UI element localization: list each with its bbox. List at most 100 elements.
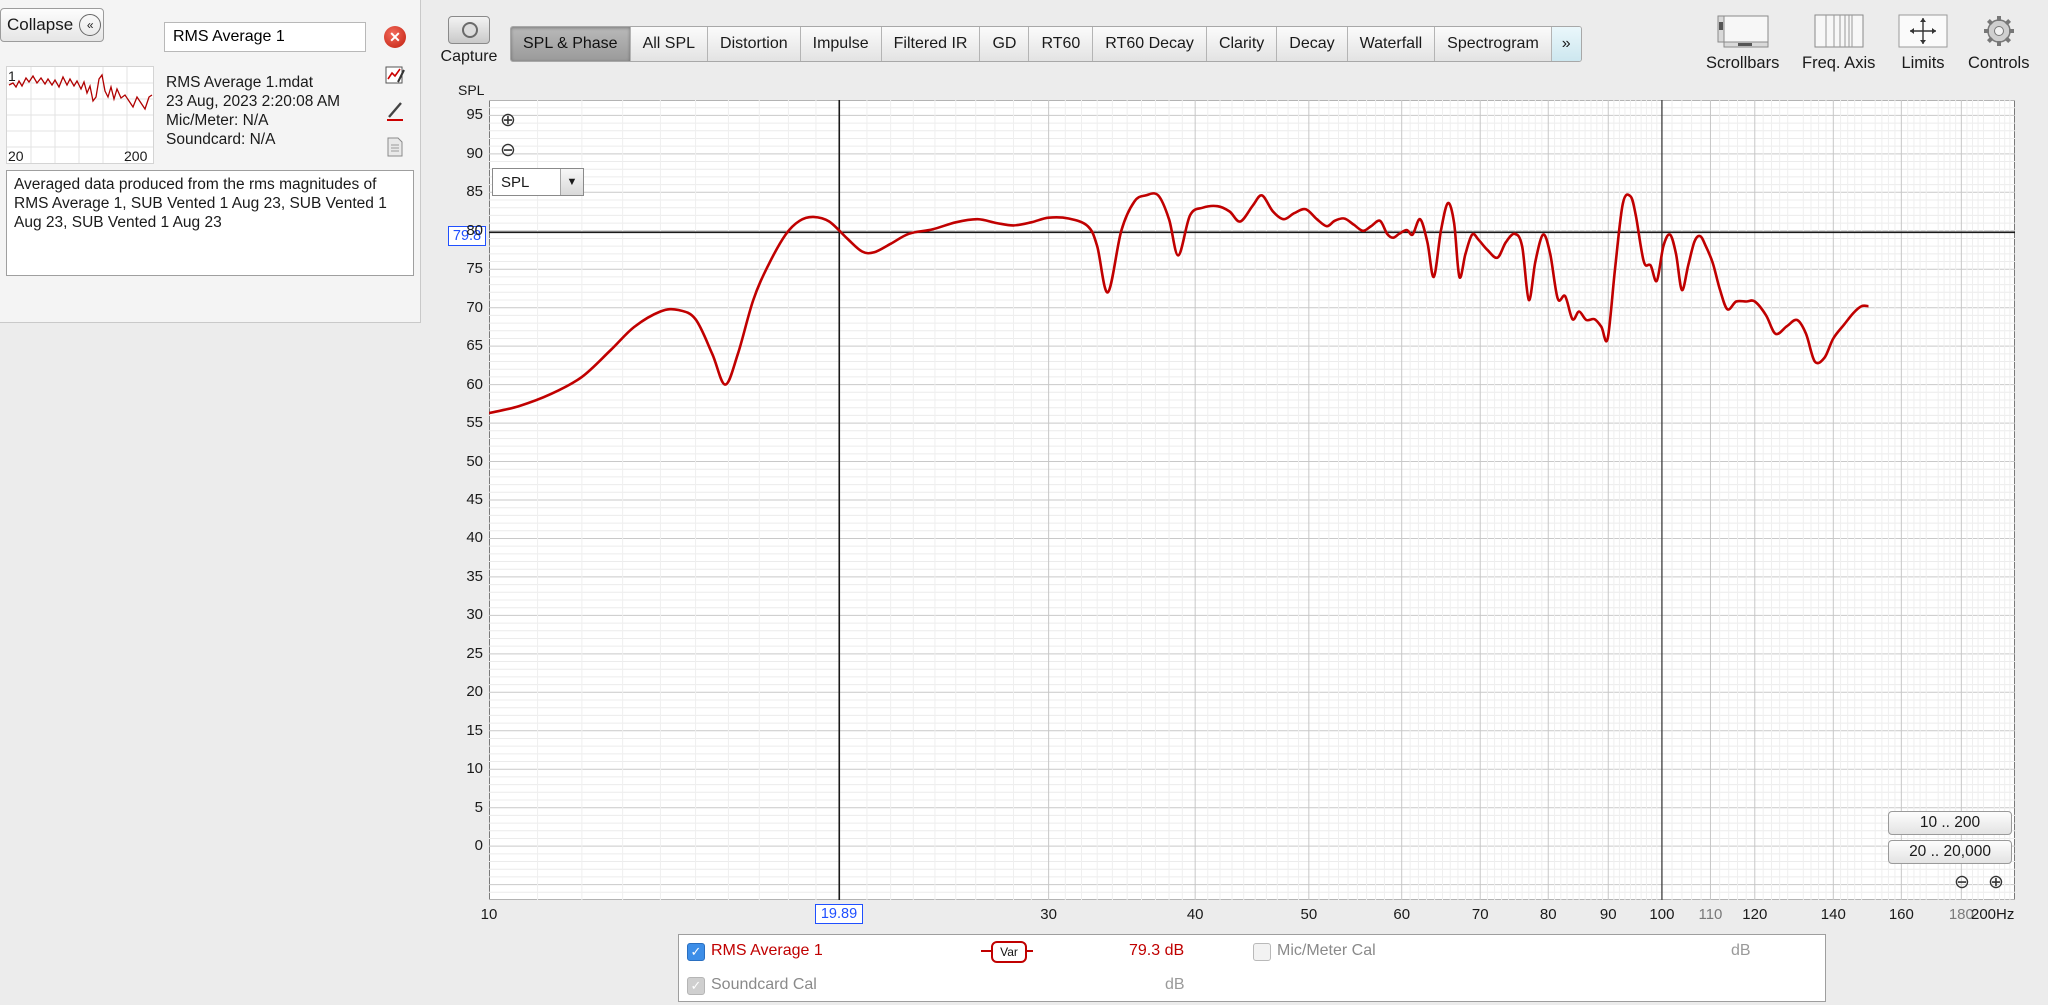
zoom-out-icon[interactable]: ⊖ <box>498 140 518 160</box>
tab-impulse[interactable]: Impulse <box>800 27 882 61</box>
y-axis-unit-label: SPL <box>458 82 485 98</box>
scrollbars-button[interactable]: Scrollbars <box>1706 14 1779 73</box>
measurement-name-input[interactable] <box>164 22 366 52</box>
tab-clarity[interactable]: Clarity <box>1206 27 1278 61</box>
y-tick-label: 15 <box>466 721 483 739</box>
x-tick-label: 160 <box>1888 906 1914 923</box>
measurement-date: 23 Aug, 2023 2:20:08 AM <box>166 93 341 110</box>
spl-graph[interactable] <box>489 100 2015 900</box>
y-tick-label: 20 <box>466 683 483 701</box>
x-tick-label: 200Hz <box>1971 906 2015 923</box>
graph-tabs: SPL & Phase All SPL Distortion Impulse Filte… <box>510 26 1582 62</box>
rms-average-checkbox[interactable]: ✓ <box>687 943 705 961</box>
soundcard-cal-label: Soundcard Cal <box>711 976 817 993</box>
y-tick-label: 40 <box>466 529 483 547</box>
y-tick-label: 10 <box>466 760 483 778</box>
range-10-200-button[interactable]: 10 .. 200 <box>1888 811 2012 835</box>
mic-meter-cal-unit: dB <box>1731 942 1751 959</box>
y-tick-label: 80 <box>466 221 483 239</box>
x-tick-label: 30 <box>1040 906 1057 923</box>
capture-button[interactable]: Capture <box>438 16 500 72</box>
x-tick-label: 90 <box>1599 906 1617 923</box>
controls-label: Controls <box>1968 54 2030 72</box>
collapse-label: Collapse <box>7 15 74 34</box>
y-tick-label: 70 <box>466 298 483 316</box>
measurement-file: RMS Average 1.mdat <box>166 74 314 91</box>
legend-value: 79.3 dB <box>1129 942 1185 959</box>
pen-icon[interactable] <box>384 100 406 122</box>
limits-button[interactable]: Limits <box>1898 14 1948 73</box>
mic-meter-cal-checkbox[interactable] <box>1253 943 1271 961</box>
y-tick-label: 50 <box>466 452 483 470</box>
range-20-20000-button[interactable]: 20 .. 20,000 <box>1888 840 2012 864</box>
y-tick-label: 5 <box>474 798 483 816</box>
y-tick-label: 85 <box>466 183 483 201</box>
document-icon[interactable] <box>384 136 406 158</box>
tab-gd[interactable]: GD <box>980 27 1030 61</box>
y-tick-label: 30 <box>466 606 483 624</box>
chevron-down-icon: ▼ <box>560 169 583 195</box>
y-tick-label: 0 <box>474 837 483 855</box>
thumbnail-index: 1 <box>8 68 16 84</box>
measurement-notes[interactable]: Averaged data produced from the rms magn… <box>6 170 414 276</box>
tab-filtered-ir[interactable]: Filtered IR <box>881 27 981 61</box>
chevron-left-icon: « <box>79 14 102 36</box>
more-tabs-icon[interactable]: » <box>1551 27 1581 61</box>
scrollbars-label: Scrollbars <box>1706 54 1780 72</box>
y-tick-label: 35 <box>466 567 483 585</box>
y-tick-label: 60 <box>466 375 483 393</box>
tab-all-spl[interactable]: All SPL <box>630 27 709 61</box>
legend-series-name: RMS Average 1 <box>711 942 823 959</box>
x-tick-label: 10 <box>480 906 498 923</box>
y-tick-label: 95 <box>466 106 483 124</box>
tab-spl-phase[interactable]: SPL & Phase <box>511 27 631 61</box>
tab-rt60-decay[interactable]: RT60 Decay <box>1093 27 1207 61</box>
x-cursor-readout[interactable]: 19.89 <box>815 904 863 924</box>
capture-label: Capture <box>440 48 498 65</box>
x-tick-label: 40 <box>1186 906 1204 923</box>
var-button[interactable]: Var <box>991 941 1027 963</box>
spl-graph-svg[interactable] <box>489 100 2015 900</box>
x-tick-label: 80 <box>1539 906 1557 923</box>
y-tick-label: 65 <box>466 337 483 355</box>
freq-axis-label: Freq. Axis <box>1802 54 1876 72</box>
x-zoom-out-icon[interactable]: ⊖ <box>1952 872 1972 892</box>
tab-waterfall[interactable]: Waterfall <box>1347 27 1436 61</box>
scrollbars-icon <box>1706 14 1779 48</box>
gear-icon <box>1968 14 2029 48</box>
x-zoom-in-icon[interactable]: ⊕ <box>1986 872 2006 892</box>
collapse-button[interactable]: Collapse « <box>0 8 104 42</box>
thumbnail-x-max: 200 <box>124 148 148 164</box>
x-tick-label: 50 <box>1300 906 1318 923</box>
x-tick-label: 60 <box>1393 906 1411 923</box>
y-tick-label: 25 <box>466 644 483 662</box>
camera-icon <box>448 16 490 44</box>
thumbnail-x-min: 20 <box>8 148 24 164</box>
trace-select-value: SPL <box>501 173 530 191</box>
mic-meter-info: Mic/Meter: N/A <box>166 112 269 129</box>
tab-distortion[interactable]: Distortion <box>708 27 801 61</box>
trace-select[interactable]: SPL ▼ <box>492 168 584 196</box>
chart-edit-icon[interactable] <box>384 64 406 86</box>
close-icon[interactable]: ✕ <box>384 26 406 48</box>
controls-button[interactable]: Controls <box>1968 14 2029 73</box>
freq-axis-icon <box>1802 14 1875 48</box>
y-tick-label: 75 <box>466 260 483 278</box>
zoom-in-icon[interactable]: ⊕ <box>498 110 518 130</box>
tab-decay[interactable]: Decay <box>1277 27 1348 61</box>
soundcard-cal-unit: dB <box>1165 976 1185 993</box>
y-tick-label: 90 <box>466 144 483 162</box>
x-tick-label: 120 <box>1742 906 1768 923</box>
y-tick-label: 45 <box>466 491 483 508</box>
y-tick-label: 55 <box>466 414 483 432</box>
soundcard-info: Soundcard: N/A <box>166 131 276 148</box>
x-tick-label: 70 <box>1471 906 1489 923</box>
legend-panel: ✓ RMS Average 1 Var 79.3 dB Mic/Meter Ca… <box>678 934 1826 1002</box>
x-tick-label: 140 <box>1820 906 1846 923</box>
freq-axis-button[interactable]: Freq. Axis <box>1802 14 1875 73</box>
tab-rt60[interactable]: RT60 <box>1029 27 1094 61</box>
limits-label: Limits <box>1901 54 1945 72</box>
soundcard-cal-checkbox[interactable]: ✓ <box>687 977 705 995</box>
mic-meter-cal-label: Mic/Meter Cal <box>1277 942 1376 959</box>
tab-spectrogram[interactable]: Spectrogram <box>1435 27 1552 61</box>
